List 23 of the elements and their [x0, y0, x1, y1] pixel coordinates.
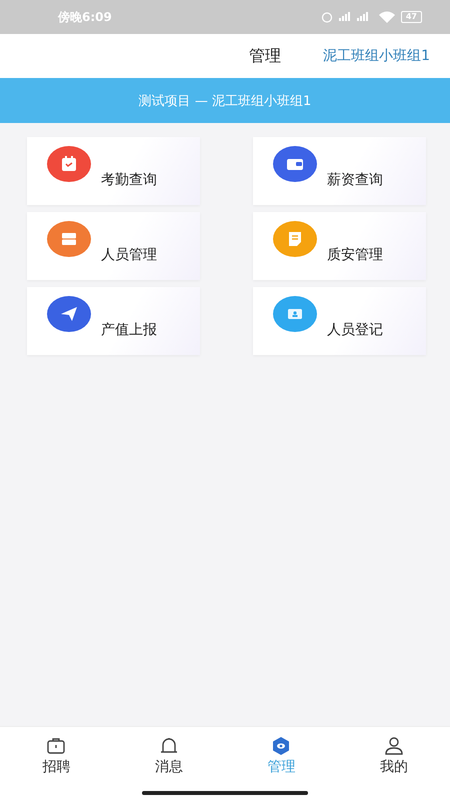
nav-tab[interactable]: 招聘 — [0, 727, 112, 785]
page-title: 管理 — [249, 46, 282, 66]
module-label: 质安管理 — [327, 246, 383, 264]
wifi-icon — [378, 11, 395, 23]
project-name: 测试项目 — 泥工班组小班组1 — [138, 92, 312, 110]
module-card[interactable]: 质安管理 — [253, 212, 426, 280]
module-card[interactable]: 考勤查询 — [27, 137, 200, 205]
module-card[interactable]: 薪资查询 — [253, 137, 426, 205]
module-label: 考勤查询 — [101, 171, 157, 189]
nav-tab[interactable]: 消息 — [112, 727, 225, 785]
calendar-icon — [59, 154, 79, 174]
nav-tab[interactable]: 我的 — [338, 727, 450, 785]
team-selector[interactable]: 泥工班组小班组1 — [323, 47, 430, 65]
module-label: 人员登记 — [327, 321, 383, 339]
module-label: 薪资查询 — [327, 171, 383, 189]
module-card[interactable]: 人员管理 — [27, 212, 200, 280]
module-card[interactable]: 产值上报 — [27, 287, 200, 355]
alarm-icon — [320, 11, 333, 23]
person-icon — [382, 736, 405, 756]
briefcase-icon — [45, 736, 68, 756]
module-label: 产值上报 — [101, 321, 157, 339]
module-label: 人员管理 — [101, 246, 157, 264]
module-card[interactable]: 人员登记 — [253, 287, 426, 355]
